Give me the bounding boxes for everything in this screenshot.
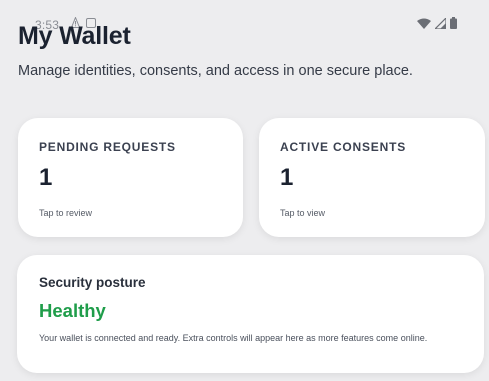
active-consents-card[interactable]: ACTIVE CONSENTS 1 Tap to view [259,118,485,237]
cellular-signal-icon [433,16,447,34]
active-consents-count: 1 [280,164,294,191]
pending-requests-label: PENDING REQUESTS [39,140,176,154]
pending-requests-hint: Tap to review [39,208,93,218]
battery-icon [450,16,457,34]
page-title: My Wallet [18,22,131,50]
wifi-icon [417,16,431,34]
active-consents-label: ACTIVE CONSENTS [280,140,407,154]
status-right-icons [417,16,457,34]
security-description: Your wallet is connected and ready. Extr… [39,333,428,343]
page-subtitle: Manage identities, consents, and access … [18,63,413,79]
active-consents-hint: Tap to view [280,208,326,218]
security-posture-card: Security posture Healthy Your wallet is … [17,255,484,373]
security-posture-title: Security posture [39,275,146,290]
pending-requests-count: 1 [39,164,53,191]
security-status-badge: Healthy [39,300,106,321]
pending-requests-card[interactable]: PENDING REQUESTS 1 Tap to review [18,118,243,237]
